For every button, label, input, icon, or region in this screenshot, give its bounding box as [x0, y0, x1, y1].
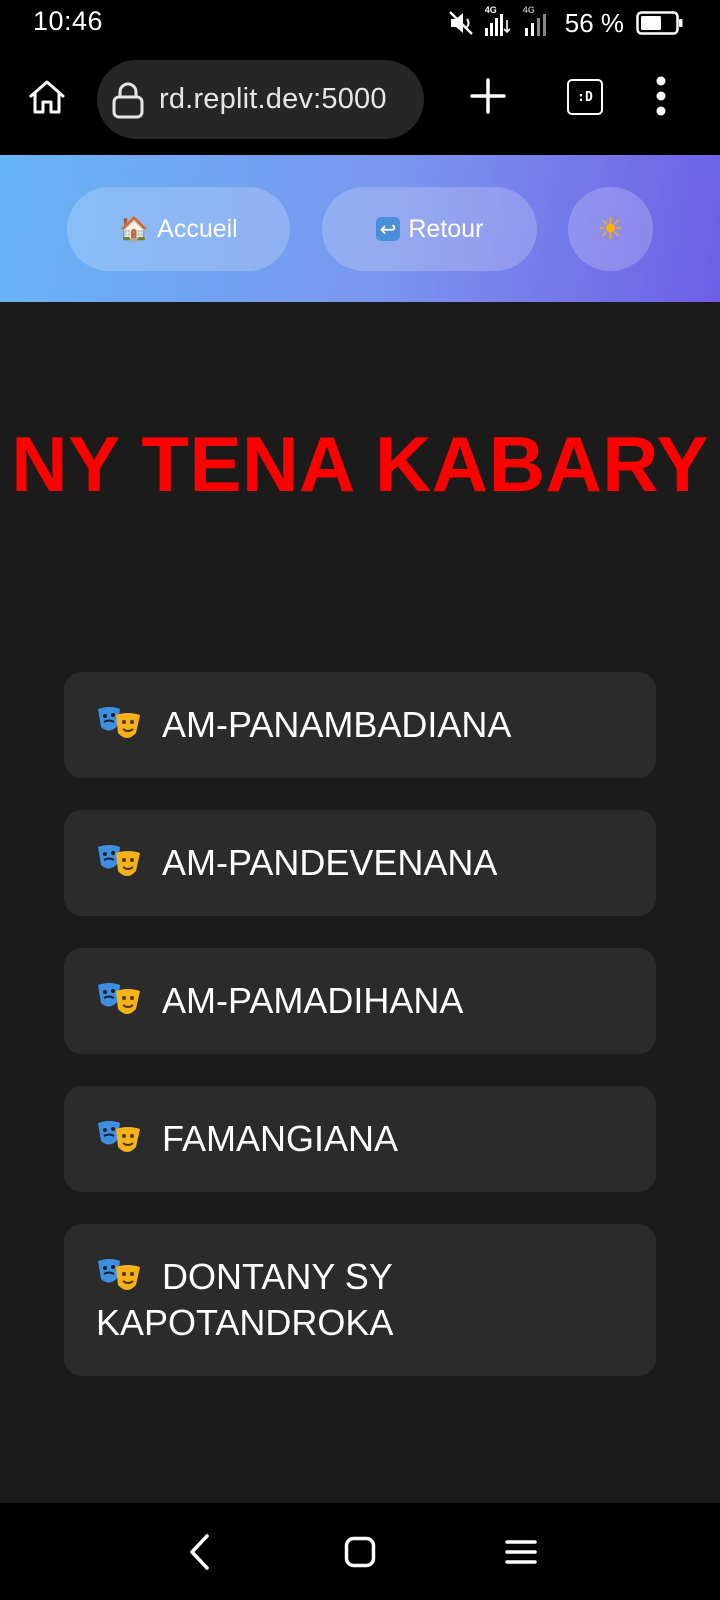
category-label: AM-PANAMBADIANA — [162, 704, 512, 745]
mute-icon — [448, 11, 473, 35]
home-icon[interactable] — [344, 1536, 376, 1568]
home-icon[interactable] — [26, 76, 68, 118]
theater-masks-icon — [98, 1121, 140, 1152]
house-icon: 🏠 — [119, 215, 150, 243]
signal-icon: 4G — [483, 5, 513, 38]
category-item[interactable]: AM-PANDEVENANA — [64, 810, 656, 916]
address-bar[interactable]: rd.replit.dev:5000 — [97, 60, 424, 139]
status-icons: 4G 4G 56 % — [447, 5, 684, 41]
battery-percent: 56 % — [564, 7, 624, 38]
tabs-icon: :D — [577, 89, 593, 105]
network-type-label: 4G — [484, 5, 497, 15]
status-bar: 10:46 4G 4G 56 % — [0, 0, 720, 46]
tabs-button[interactable]: :D — [567, 79, 603, 115]
category-item[interactable]: DONTANY SY KAPOTANDROKA — [64, 1224, 656, 1376]
url-text: rd.replit.dev:5000 — [159, 83, 387, 115]
system-nav-bar — [0, 1503, 720, 1600]
sun-icon: ☀ — [597, 211, 624, 247]
theater-masks-icon — [98, 845, 140, 876]
category-item[interactable]: AM-PANAMBADIANA — [64, 672, 656, 778]
category-item[interactable]: FAMANGIANA — [64, 1086, 656, 1192]
category-label: FAMANGIANA — [162, 1118, 399, 1159]
category-label: AM-PANDEVENANA — [162, 842, 498, 883]
recents-icon[interactable] — [504, 1538, 538, 1566]
theater-masks-icon — [98, 1259, 140, 1290]
theme-toggle-button[interactable]: ☀ — [568, 187, 653, 271]
back-icon[interactable] — [185, 1533, 215, 1571]
home-button-label: Accueil — [157, 214, 238, 243]
more-vert-icon[interactable] — [654, 75, 668, 117]
category-list: AM-PANAMBADIANA AM-PANDEVENANA AM-PAMADI… — [64, 672, 656, 1408]
category-item[interactable]: AM-PAMADIHANA — [64, 948, 656, 1054]
battery-icon — [636, 11, 683, 35]
signal-icon: 4G — [521, 5, 551, 38]
lock-icon — [112, 82, 144, 118]
back-button-label: Retour — [408, 214, 484, 243]
network-type-label: 4G — [522, 5, 535, 15]
theater-masks-icon — [98, 707, 140, 738]
plus-icon[interactable] — [470, 78, 506, 114]
site-nav: 🏠 Accueil ↩ Retour ☀ — [0, 155, 720, 302]
home-button[interactable]: 🏠 Accueil — [67, 187, 290, 271]
theater-masks-icon — [98, 983, 140, 1014]
back-button[interactable]: ↩ Retour — [322, 187, 537, 271]
return-arrow-icon: ↩ — [375, 217, 401, 241]
page-title: NY TENA KABARY — [11, 420, 709, 508]
browser-toolbar: rd.replit.dev:5000 :D — [0, 46, 720, 155]
category-label: AM-PAMADIHANA — [162, 980, 464, 1021]
status-time: 10:46 — [33, 6, 104, 36]
